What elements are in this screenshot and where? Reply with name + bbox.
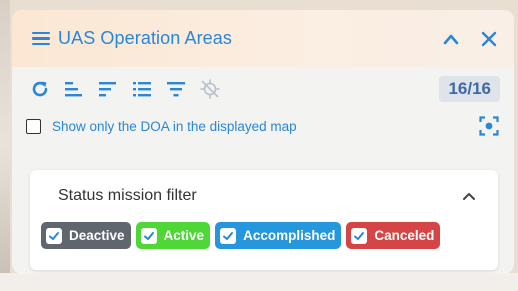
chevron-up-icon[interactable] (458, 185, 480, 207)
status-chip-active[interactable]: Active (135, 222, 211, 249)
status-mission-filter-card: Status mission filter Deactive Active Ac… (30, 170, 498, 270)
panel-header: UAS Operation Areas (12, 10, 514, 67)
sort-descending-icon[interactable] (95, 76, 121, 102)
chip-label: Deactive (69, 228, 125, 243)
map-filter-checkbox[interactable] (26, 118, 41, 134)
sort-align-left-icon[interactable] (61, 76, 87, 102)
status-chip-canceled[interactable]: Canceled (346, 222, 441, 249)
close-icon[interactable] (478, 28, 500, 50)
check-icon (351, 227, 368, 244)
panel-title: UAS Operation Areas (58, 28, 232, 48)
check-icon (220, 227, 237, 244)
status-filter-header: Status mission filter (30, 170, 498, 222)
panel-toolbar: 16/16 (12, 67, 514, 111)
map-filter-row: Show only the DOA in the displayed map (12, 111, 514, 141)
location-off-icon[interactable] (197, 76, 223, 102)
chip-label: Active (163, 228, 205, 243)
hamburger-menu-icon[interactable] (32, 31, 50, 46)
status-chips: Deactive Active Accomplished Canceled (30, 222, 498, 249)
check-icon (46, 227, 62, 244)
status-chip-deactive[interactable]: Deactive (41, 222, 131, 249)
chevron-up-icon[interactable] (440, 28, 462, 50)
check-icon (140, 227, 157, 244)
map-background-bottom (0, 273, 518, 291)
map-filter-label[interactable]: Show only the DOA in the displayed map (52, 119, 297, 134)
map-background-left (0, 0, 10, 291)
chip-label: Accomplished (243, 228, 336, 243)
filter-icon[interactable] (163, 76, 189, 102)
center-focus-icon[interactable] (478, 115, 500, 137)
header-actions (440, 28, 500, 50)
status-chip-accomplished[interactable]: Accomplished (215, 222, 342, 249)
refresh-icon[interactable] (27, 76, 53, 102)
uas-operation-areas-panel: UAS Operation Areas 16/16 Show only the … (12, 10, 514, 274)
chip-label: Canceled (374, 228, 435, 243)
list-icon[interactable] (129, 76, 155, 102)
status-filter-title: Status mission filter (58, 187, 197, 204)
result-counter: 16/16 (439, 76, 500, 102)
